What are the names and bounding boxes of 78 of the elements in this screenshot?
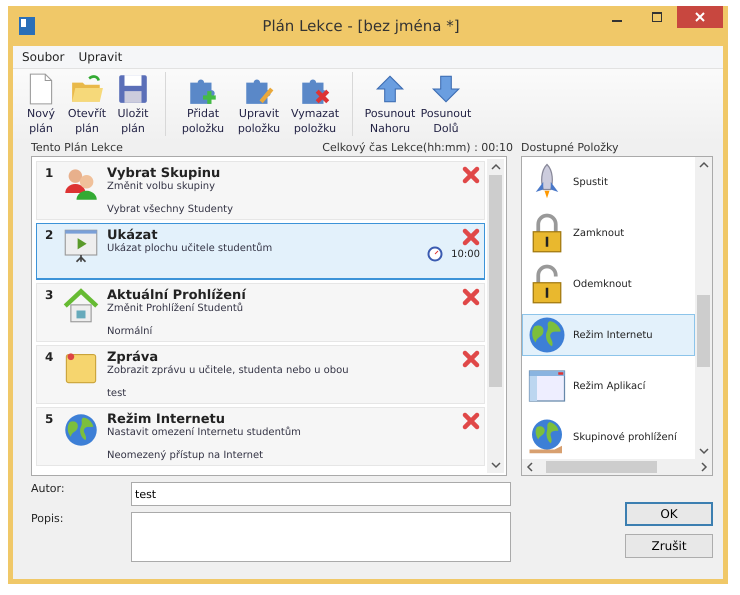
item-number: 2 xyxy=(45,228,54,244)
item-title: Aktuální Prohlížení xyxy=(107,288,248,303)
toolbar-button[interactable]: Upravit položku xyxy=(232,72,286,136)
description-field[interactable] xyxy=(131,512,511,562)
toolbar-button[interactable]: Posunout Nahoru xyxy=(363,72,417,136)
maximize-icon xyxy=(652,12,662,22)
globe-icon xyxy=(63,412,99,448)
field-label: Popis: xyxy=(31,512,64,525)
item-description: Změnit volbu skupiny xyxy=(107,181,216,192)
scroll-left-icon[interactable] xyxy=(526,462,534,472)
item-number: 1 xyxy=(45,166,54,182)
delete-icon[interactable] xyxy=(462,288,480,306)
toolbar-button[interactable]: Přidat položku xyxy=(176,72,230,136)
item-description: Ukázat plochu učitele studentům xyxy=(107,243,274,254)
house-icon xyxy=(63,288,99,324)
minimize-icon xyxy=(612,20,622,22)
scroll-down-icon[interactable] xyxy=(490,461,500,469)
lesson-item[interactable]: 5 Režim Internetu Nastavit omezení Internetu studentům Neomezený přístup na Internet xyxy=(36,407,485,466)
item-title: Zpráva xyxy=(107,350,160,365)
horizontal-scrollbar[interactable] xyxy=(522,459,712,475)
item-title: Vybrat Skupinu xyxy=(107,166,222,181)
available-item[interactable]: Zamknout xyxy=(522,212,695,254)
delete-icon[interactable] xyxy=(462,350,480,368)
lesson-item[interactable]: 1 Vybrat Skupinu Změnit volbu skupiny Vybrat všechny Studenty xyxy=(36,161,485,220)
presentation-screen-icon xyxy=(63,228,99,264)
field-label: Autor: xyxy=(31,482,66,495)
delete-icon[interactable] xyxy=(462,228,480,246)
item-description: Změnit Prohlížení Studentů xyxy=(107,303,244,314)
available-item[interactable]: Režim Internetu xyxy=(522,314,695,356)
item-number: 3 xyxy=(45,288,54,304)
scroll-thumb[interactable] xyxy=(546,461,657,473)
lesson-item[interactable]: 3 Aktuální Prohlížení Změnit Prohlížení Studentů Normální xyxy=(36,283,485,342)
dialog-button[interactable]: Zrušit xyxy=(625,534,713,558)
total-time-label: Celkový čas Lekce(hh:mm) : 00:10 xyxy=(322,141,513,154)
available-item[interactable]: Režim Aplikací xyxy=(522,365,695,407)
globe-icon xyxy=(527,315,567,355)
item-number: 5 xyxy=(45,412,54,428)
close-button[interactable] xyxy=(677,6,723,28)
scroll-thumb[interactable] xyxy=(489,175,502,386)
scroll-up-icon[interactable] xyxy=(490,163,500,171)
item-description: Nastavit omezení Internetu studentům xyxy=(107,427,302,438)
menu-item[interactable]: Soubor xyxy=(17,49,70,65)
item-number: 4 xyxy=(45,350,54,366)
scroll-right-icon[interactable] xyxy=(700,462,708,472)
item-title: Ukázat xyxy=(107,228,159,243)
toolbar-button[interactable]: Nový plán xyxy=(19,72,63,136)
available-item[interactable]: Odemknout xyxy=(522,263,695,305)
scroll-down-icon[interactable] xyxy=(698,447,708,455)
item-detail: Neomezený přístup na Internet xyxy=(107,450,264,461)
item-detail: Vybrat všechny Studenty xyxy=(107,204,234,215)
scroll-thumb[interactable] xyxy=(697,294,710,368)
clock-icon xyxy=(427,246,444,262)
lesson-item[interactable]: 2 Ukázat Ukázat plochu učitele studentům 10:00 xyxy=(36,223,485,280)
delete-icon[interactable] xyxy=(462,412,480,430)
scrollbar[interactable] xyxy=(487,159,504,473)
section-heading: Dostupné Položky xyxy=(521,141,620,154)
menu-item[interactable]: Upravit xyxy=(73,49,128,65)
available-item[interactable]: Skupinové prohlížení xyxy=(522,416,695,458)
available-item[interactable]: Spustit xyxy=(522,161,695,203)
scroll-up-icon[interactable] xyxy=(698,161,708,169)
author-field[interactable]: test xyxy=(131,482,511,506)
toolbar-button[interactable]: Uložit plán xyxy=(111,72,155,136)
item-detail: test xyxy=(107,388,128,399)
item-time: 10:00 xyxy=(451,248,480,260)
section-heading: Tento Plán Lekce xyxy=(31,141,123,154)
window-title: Plán Lekce - [bez jména *] xyxy=(261,17,461,35)
toolbar-button[interactable]: Otevřít plán xyxy=(65,72,109,136)
toolbar-button[interactable]: Posunout Dolů xyxy=(419,72,473,136)
toolbar-button[interactable]: Vymazat položku xyxy=(288,72,342,136)
scrollbar[interactable] xyxy=(695,157,712,459)
lesson-item[interactable]: 4 Zpráva Zobrazit zprávu u učitele, studenta nebo u obou test xyxy=(36,345,485,404)
item-title: Režim Internetu xyxy=(107,412,226,427)
item-description: Zobrazit zprávu u učitele, studenta nebo u obou xyxy=(107,365,350,376)
close-icon xyxy=(695,12,705,22)
app-icon xyxy=(19,17,35,35)
dialog-button[interactable]: OK xyxy=(625,502,713,526)
item-detail: Normální xyxy=(107,326,154,337)
delete-icon[interactable] xyxy=(462,166,480,184)
